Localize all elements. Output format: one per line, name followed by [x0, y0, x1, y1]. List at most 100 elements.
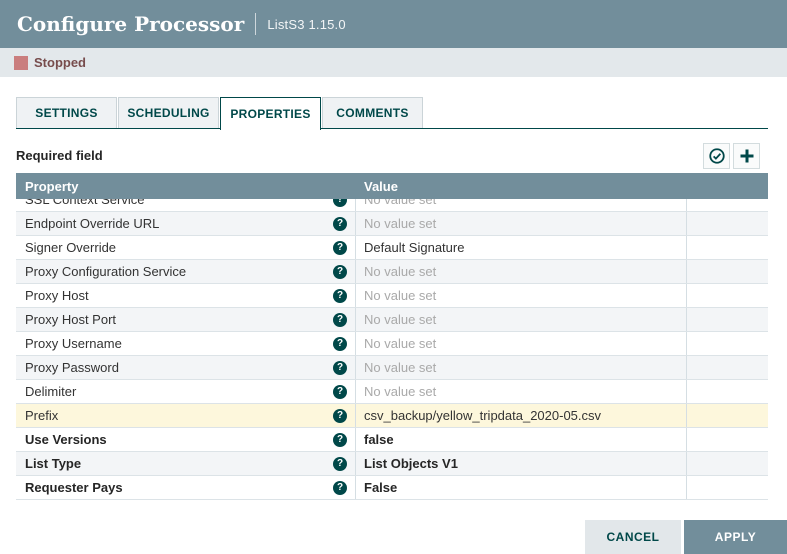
- property-name-cell: Use Versions?: [16, 428, 355, 451]
- row-extra-cell: [686, 236, 768, 259]
- property-name: Delimiter: [16, 384, 333, 399]
- help-icon[interactable]: ?: [333, 217, 347, 231]
- help-icon[interactable]: ?: [333, 361, 347, 375]
- row-extra-cell: [686, 308, 768, 331]
- property-value[interactable]: No value set: [355, 260, 686, 283]
- property-name: List Type: [16, 456, 333, 471]
- property-name-cell: Proxy Password?: [16, 356, 355, 379]
- help-icon[interactable]: ?: [333, 313, 347, 327]
- property-value[interactable]: No value set: [355, 356, 686, 379]
- table-row: Endpoint Override URL?No value set: [16, 212, 768, 236]
- property-value[interactable]: No value set: [355, 212, 686, 235]
- table-row: SSL Context Service? No value set: [16, 199, 768, 212]
- help-icon[interactable]: ?: [333, 457, 347, 471]
- property-name: Proxy Username: [16, 336, 333, 351]
- row-extra-cell: [686, 212, 768, 235]
- help-icon[interactable]: ?: [333, 385, 347, 399]
- apply-button[interactable]: APPLY: [684, 520, 787, 554]
- row-extra-cell: [686, 199, 768, 211]
- help-icon[interactable]: ?: [333, 409, 347, 423]
- table-row: Prefix? csv_backup/yellow_tripdata_2020-0…: [16, 404, 768, 428]
- property-name-cell: Delimiter?: [16, 380, 355, 403]
- row-extra-cell: [686, 428, 768, 451]
- property-value[interactable]: csv_backup/yellow_tripdata_2020-05.csv: [355, 404, 686, 427]
- title-divider: [255, 13, 256, 35]
- row-extra-cell: [686, 452, 768, 475]
- property-value[interactable]: No value set: [355, 284, 686, 307]
- property-name: SSL Context Service: [16, 199, 333, 207]
- properties-toolbar: [703, 143, 760, 169]
- property-name: Proxy Password: [16, 360, 333, 375]
- property-name-cell: Signer Override?: [16, 236, 355, 259]
- table-row: Proxy Configuration Service?No value set: [16, 260, 768, 284]
- properties-table-body[interactable]: SSL Context Service?No value setEndpoint…: [16, 199, 768, 500]
- property-name-cell: Proxy Host?: [16, 284, 355, 307]
- row-extra-cell: [686, 356, 768, 379]
- table-row: Signer Override?Default Signature: [16, 236, 768, 260]
- property-name-cell: Endpoint Override URL?: [16, 212, 355, 235]
- property-value[interactable]: No value set: [355, 308, 686, 331]
- property-column-header: Property: [16, 179, 78, 194]
- help-icon[interactable]: ?: [333, 289, 347, 303]
- add-property-button[interactable]: [733, 143, 760, 169]
- property-value[interactable]: No value set: [355, 199, 686, 211]
- property-name: Endpoint Override URL: [16, 216, 333, 231]
- tab-settings[interactable]: SETTINGS: [16, 97, 117, 128]
- status-label: Stopped: [34, 55, 86, 70]
- required-field-label: Required field: [16, 148, 103, 163]
- check-circle-icon: [708, 147, 726, 165]
- tab-properties[interactable]: PROPERTIES: [220, 97, 321, 130]
- property-value[interactable]: false: [355, 428, 686, 451]
- verify-properties-button[interactable]: [703, 143, 730, 169]
- property-value[interactable]: No value set: [355, 332, 686, 355]
- property-name: Proxy Configuration Service: [16, 264, 333, 279]
- help-icon[interactable]: ?: [333, 265, 347, 279]
- property-name: Prefix: [16, 408, 333, 423]
- processor-name-version: ListS3 1.15.0: [267, 17, 346, 32]
- table-row: Proxy Host?No value set: [16, 284, 768, 308]
- property-name-cell: Proxy Configuration Service?: [16, 260, 355, 283]
- cancel-button[interactable]: CANCEL: [585, 520, 681, 554]
- table-row: Proxy Username?No value set: [16, 332, 768, 356]
- help-icon[interactable]: ?: [333, 199, 347, 207]
- plus-icon: [738, 147, 756, 165]
- configure-processor-dialog: Configure Processor ListS3 1.15.0 Stoppe…: [0, 0, 787, 554]
- tab-comments[interactable]: COMMENTS: [322, 97, 423, 128]
- property-value[interactable]: No value set: [355, 380, 686, 403]
- row-extra-cell: [686, 380, 768, 403]
- property-name-cell: List Type?: [16, 452, 355, 475]
- help-icon[interactable]: ?: [333, 337, 347, 351]
- property-value[interactable]: List Objects V1: [355, 452, 686, 475]
- help-icon[interactable]: ?: [333, 241, 347, 255]
- table-row: Use Versions?false: [16, 428, 768, 452]
- value-column-header: Value: [364, 179, 398, 194]
- table-row: Requester Pays?False: [16, 476, 768, 500]
- row-extra-cell: [686, 332, 768, 355]
- property-name-cell: Requester Pays?: [16, 476, 355, 499]
- property-name-cell: Proxy Host Port?: [16, 308, 355, 331]
- property-name-cell: Proxy Username?: [16, 332, 355, 355]
- property-name: Proxy Host: [16, 288, 333, 303]
- help-icon[interactable]: ?: [333, 481, 347, 495]
- table-row: Delimiter?No value set: [16, 380, 768, 404]
- row-extra-cell: [686, 284, 768, 307]
- properties-table-header: Property Value: [16, 173, 768, 199]
- help-icon[interactable]: ?: [333, 433, 347, 447]
- property-name: Requester Pays: [16, 480, 333, 495]
- row-extra-cell: [686, 260, 768, 283]
- table-row: Proxy Host Port?No value set: [16, 308, 768, 332]
- property-value[interactable]: Default Signature: [355, 236, 686, 259]
- table-row: List Type?List Objects V1: [16, 452, 768, 476]
- tab-scheduling[interactable]: SCHEDULING: [118, 97, 219, 128]
- stopped-status-icon: [14, 56, 28, 70]
- table-row: Proxy Password?No value set: [16, 356, 768, 380]
- dialog-tabs: SETTINGSSCHEDULINGPROPERTIESCOMMENTS: [16, 97, 424, 130]
- dialog-titlebar: Configure Processor ListS3 1.15.0: [0, 0, 787, 48]
- property-value[interactable]: False: [355, 476, 686, 499]
- processor-status-bar: Stopped: [0, 48, 787, 77]
- row-extra-cell: [686, 404, 768, 427]
- row-extra-cell: [686, 476, 768, 499]
- dialog-title: Configure Processor: [17, 12, 244, 36]
- property-name: Use Versions: [16, 432, 333, 447]
- property-name: Signer Override: [16, 240, 333, 255]
